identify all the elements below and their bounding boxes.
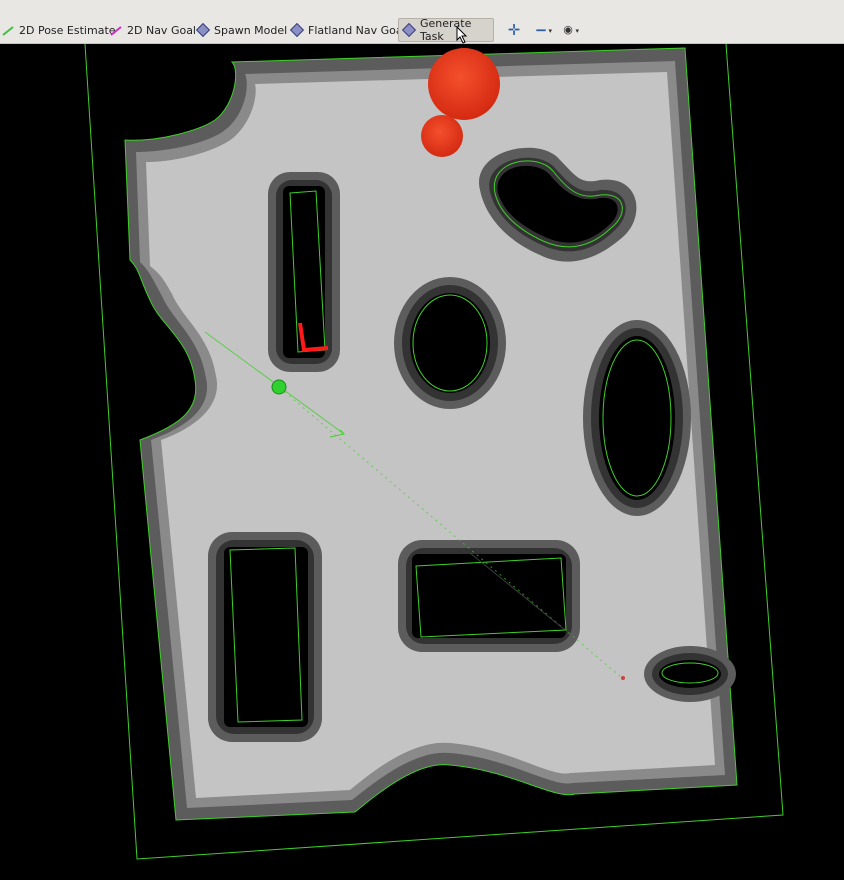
obstacle-left-rectangle	[208, 532, 322, 742]
spawn-model-tool[interactable]: Spawn Model	[195, 18, 288, 42]
pose-estimate-label: 2D Pose Estimate	[19, 23, 116, 37]
diamond-icon	[401, 22, 417, 38]
obstacle-middle-ellipse	[394, 277, 506, 409]
obstacle-small-ellipse	[644, 646, 736, 702]
pose-arrow-icon	[2, 24, 14, 36]
toolbar: 2D Pose Estimate 2D Nav Goal Spawn Model…	[0, 0, 844, 44]
move-camera-icon[interactable]: ✛	[503, 21, 525, 39]
diamond-icon	[289, 22, 305, 38]
chevron-down-icon: ▾	[548, 27, 552, 35]
generate-task-tool[interactable]: Generate Task	[398, 17, 494, 43]
flatland-nav-goal-tool[interactable]: Flatland Nav Goal	[289, 18, 406, 42]
dynamic-obstacle-small	[421, 115, 463, 157]
mouse-cursor-icon	[456, 26, 468, 44]
remove-tool-button[interactable]: − ▾	[530, 21, 552, 39]
dynamic-obstacle-large	[428, 48, 500, 120]
map-canvas	[0, 44, 844, 880]
goal-marker	[621, 676, 625, 680]
spawn-model-label: Spawn Model	[214, 23, 288, 37]
nav-goal-tool[interactable]: 2D Nav Goal	[110, 18, 196, 42]
generate-task-label: Generate Task	[420, 17, 472, 43]
chevron-down-icon: ▾	[575, 27, 579, 35]
flatland-nav-goal-label: Flatland Nav Goal	[308, 23, 406, 37]
view-eye-icon: ◉	[563, 23, 573, 36]
map-viewport[interactable]	[0, 44, 844, 880]
obstacle-tall-rectangle	[268, 172, 340, 372]
robot-marker[interactable]	[271, 379, 287, 395]
view-tool-button[interactable]: ◉ ▾	[557, 21, 579, 39]
obstacle-center-rectangle	[398, 540, 580, 652]
nav-goal-label: 2D Nav Goal	[127, 23, 196, 37]
obstacle-right-ellipse	[583, 320, 691, 516]
pose-estimate-tool[interactable]: 2D Pose Estimate	[2, 18, 116, 42]
diamond-icon	[195, 22, 211, 38]
nav-arrow-icon	[110, 24, 122, 36]
remove-tool-icon: −	[534, 21, 548, 39]
